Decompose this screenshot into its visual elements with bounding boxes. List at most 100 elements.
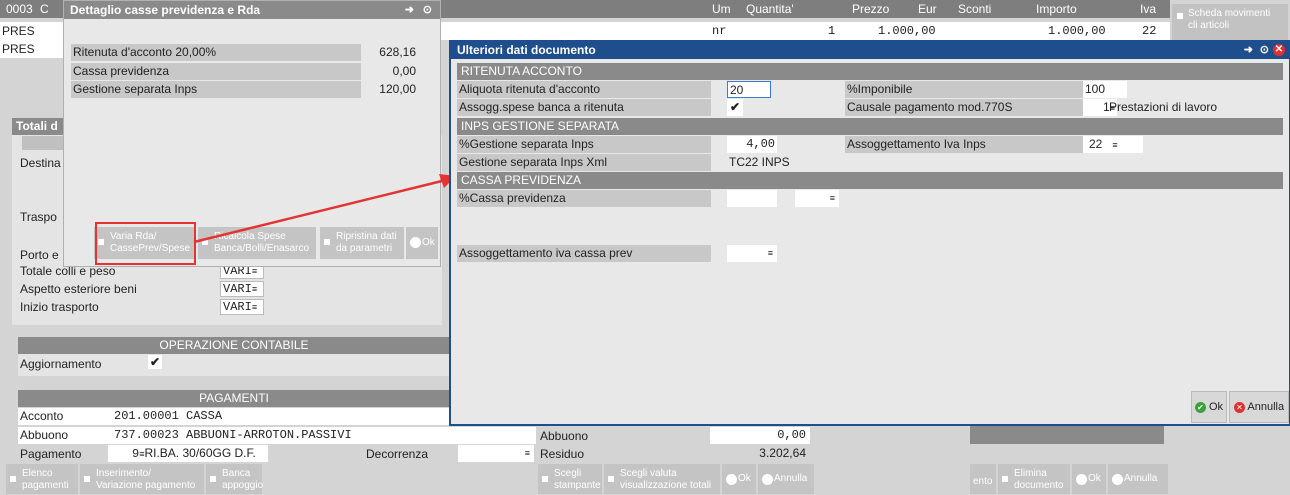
gestione-input[interactable]: 4,00 [727,136,777,153]
row-iva: 22 [1142,24,1157,38]
col-header-importo: Importo [1036,2,1077,16]
causale-desc: Prestazioni di lavoro [1109,100,1218,114]
scheda-movimenti-button[interactable]: Scheda movimenti cli articoli [1172,4,1288,44]
dialog-annulla-label: Annulla [1247,401,1285,413]
totali-header: Totali d [12,118,66,135]
scegli-valuta-button[interactable]: Scegli valuta visualizzazione totali [604,464,720,494]
cassa-prev-label: %Cassa previdenza [457,190,711,207]
row-um: nr [712,24,727,38]
cancel-icon: ✕ [1233,401,1245,413]
banca-appoggio-button[interactable]: Banca appoggio [206,464,263,494]
pagamento-label: Pagamento [20,447,82,461]
col-header-qty: Quantita' [746,2,794,16]
acconto-row[interactable]: Acconto 201.00001 CASSA [18,408,450,425]
cassa-previdenza-row: Cassa previdenza [71,63,361,80]
residuo-value: 3.202,64 [759,446,806,460]
elenco-pagamenti-button[interactable]: Elenco pagamenti [6,464,78,494]
table-row[interactable]: PRES [0,40,64,58]
row-importo: 1.000,00 [1048,24,1106,38]
annulla-button[interactable]: Annulla [758,464,814,494]
dialog-title-bar: Ulteriori dati documento ➜ ⊙ ✕ [451,42,1289,59]
assogg-spese-row: Assogg.spese banca a ritenuta ✔ Causale … [457,99,1283,116]
scegli-stampante-button[interactable]: Scegli stampante [538,464,602,494]
gestione-row: %Gestione separata Inps 4,00 Assoggettam… [457,136,1283,153]
abbuono-row[interactable]: Abbuono 737.00023 ABBUONI-ARROTON.PASSIV… [18,427,536,444]
pin-icon[interactable]: ➜ [1244,42,1253,59]
gestione-label: %Gestione separata Inps [457,136,711,153]
dialog-annulla-button[interactable]: ✕ Annulla [1229,391,1289,423]
col-header-um: Um [712,2,731,16]
annulla-button-right[interactable]: Annulla [1108,464,1168,494]
inizio-trasporto-select[interactable]: VARI≡ [220,299,264,315]
ok-button[interactable]: Ok [722,464,756,494]
assogg-iva-cassa-label: Assoggettamento iva cassa prev [457,245,711,262]
row-price: 1.000,00 [878,24,936,38]
check-icon: ✔ [1194,401,1206,413]
trasporto-label: Traspo [20,210,57,224]
annotation-arrow [193,174,456,244]
ritenuta-row: Ritenuta d'acconto 20,00% [71,44,361,61]
cassa-prev-select[interactable]: ≡ [795,190,839,207]
col-header-iva: Iva [1140,2,1157,16]
inizio-trasporto-label: Inizio trasporto [20,300,99,314]
ok-button-right[interactable]: Ok [1072,464,1106,494]
decorrenza-input[interactable]: ≡ [458,445,534,462]
acconto-label: Acconto [20,409,64,423]
pagamenti-header: PAGAMENTI [18,390,450,407]
doc-code-suffix: C [40,2,49,16]
operazione-contabile-header: OPERAZIONE CONTABILE [18,337,450,354]
imponibile-label: %Imponibile [845,81,1083,98]
inps-section-header: INPS GESTIONE SEPARATA [457,118,1283,135]
elimina-documento-button[interactable]: Elimina documento [998,464,1070,494]
gestione-inps-row: Gestione separata Inps [71,81,361,98]
dettaglio-title: Dettaglio casse previdenza e Rda [70,3,261,17]
porto-label: Porto e [20,248,59,262]
pagamento-select[interactable]: 9≡RI.BA. 30/60GG D.F. [108,445,268,462]
target-icon[interactable]: ⊙ [1260,42,1269,59]
gestione-xml-value: TC22 INPS [729,155,790,169]
col-header-sconti: Sconti [958,2,992,16]
aspetto-select[interactable]: VARI≡ [220,281,264,297]
target-icon[interactable]: ⊙ [423,1,432,19]
gestione-xml-label: Gestione separata Inps Xml [457,154,711,171]
dialog-ok-label: Ok [1209,401,1224,413]
cassa-section-header: CASSA PREVIDENZA [457,172,1283,189]
pin-icon[interactable]: ➜ [405,1,414,19]
assogg-iva-inps-label: Assoggettamento Iva Inps [845,136,1083,153]
assogg-iva-cassa-select[interactable]: ≡ [727,245,777,262]
abbuono-amount[interactable]: 0,00 [710,427,810,444]
aliquota-label: Aliquota ritenuta d'acconto [457,81,711,98]
dialog-title: Ulteriori dati documento [457,43,596,57]
assogg-spese-checkbox[interactable]: ✔ [727,99,743,116]
pagamento-desc: RI.BA. 30/60GG D.F. [144,446,256,460]
cassa-previdenza-value: 0,00 [392,64,416,78]
assogg-iva-inps-select[interactable]: 22 ≡ [1083,136,1143,153]
abbuono-right-label: Abbuono [540,429,589,443]
ulteriori-dati-dialog: Ulteriori dati documento ➜ ⊙ ✕ RITENUTA … [449,40,1290,426]
cassa-prev-input[interactable] [727,190,777,207]
causale-label: Causale pagamento mod.770S [845,99,1083,116]
abbuono-label: Abbuono [20,428,69,442]
acconto-value: 201.00001 CASSA [114,409,223,423]
gestione-inps-value: 120,00 [379,82,416,96]
col-header-price: Prezzo [852,2,890,16]
ento-button[interactable]: ento [970,464,996,494]
close-icon[interactable]: ✕ [1273,44,1285,56]
scheda-movimenti-label: Scheda movimenti cli articoli [1188,8,1271,31]
totali-subheader [22,136,64,150]
inserimento-pagamento-button[interactable]: Inserimento/ Variazione pagamento [80,464,204,494]
right-bottom-header [970,426,1164,444]
gestione-xml-row: Gestione separata Inps Xml TC22 INPS [457,154,1283,171]
aspetto-label: Aspetto esteriore beni [20,282,137,296]
doc-code: 0003 [6,2,33,16]
imponibile-input[interactable]: 100 [1083,81,1127,98]
aggiornamento-checkbox[interactable]: ✔ [148,355,162,369]
ritenuta-section-header: RITENUTA ACCONTO [457,63,1283,80]
dialog-ok-button[interactable]: ✔ Ok [1191,391,1227,423]
destina-label: Destina [20,156,61,170]
row-code: PRES [2,24,35,38]
highlight-box [95,222,196,265]
ritenuta-value: 628,16 [379,45,416,59]
assogg-iva-cassa-row: Assoggettamento iva cassa prev ≡ [457,245,1283,262]
aliquota-input[interactable]: 20 [727,81,771,98]
